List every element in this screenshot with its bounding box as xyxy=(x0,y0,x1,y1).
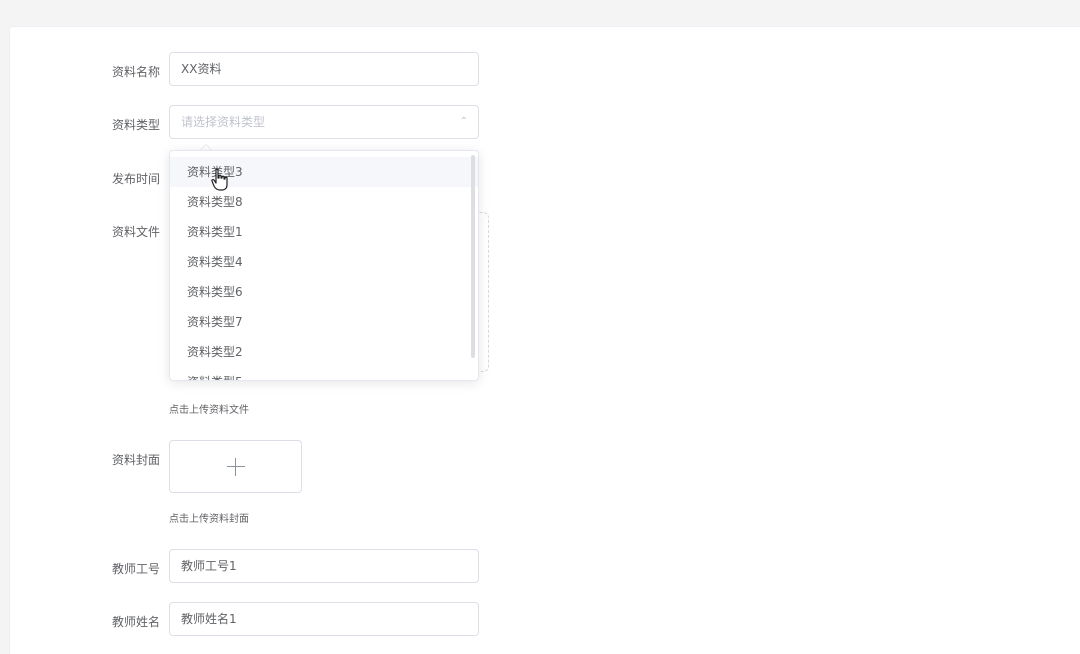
type-option[interactable]: 资料类型6 xyxy=(170,277,478,307)
cover-upload-button[interactable] xyxy=(169,440,302,493)
file-upload-tip: 点击上传资料文件 xyxy=(169,405,249,416)
type-option[interactable]: 资料类型5 xyxy=(170,367,478,380)
dropdown-scrollbar[interactable] xyxy=(471,155,475,358)
type-select[interactable]: 请选择资料类型 ⌃ xyxy=(169,105,479,139)
cover-upload-tip: 点击上传资料封面 xyxy=(169,514,249,525)
cover-label: 资料封面 xyxy=(111,453,160,467)
chevron-up-icon[interactable]: ⌃ xyxy=(460,106,468,138)
type-option[interactable]: 资料类型4 xyxy=(170,247,478,277)
teacher-id-input[interactable]: 教师工号1 xyxy=(169,549,479,583)
teacher-name-label: 教师姓名 xyxy=(111,615,160,629)
hand-cursor-icon xyxy=(211,168,228,191)
type-option[interactable]: 资料类型2 xyxy=(170,337,478,367)
teacher-name-input[interactable]: 教师姓名1 xyxy=(169,602,479,636)
name-input[interactable]: XX资料 xyxy=(169,52,479,86)
teacher-id-label: 教师工号 xyxy=(111,562,160,576)
type-option[interactable]: 资料类型7 xyxy=(170,307,478,337)
type-label: 资料类型 xyxy=(111,118,160,132)
file-label: 资料文件 xyxy=(111,225,160,239)
type-select-placeholder: 请选择资料类型 xyxy=(181,115,266,129)
name-label: 资料名称 xyxy=(111,65,160,79)
type-option[interactable]: 资料类型1 xyxy=(170,217,478,247)
publish-time-label: 发布时间 xyxy=(111,172,160,186)
plus-icon xyxy=(226,457,245,476)
